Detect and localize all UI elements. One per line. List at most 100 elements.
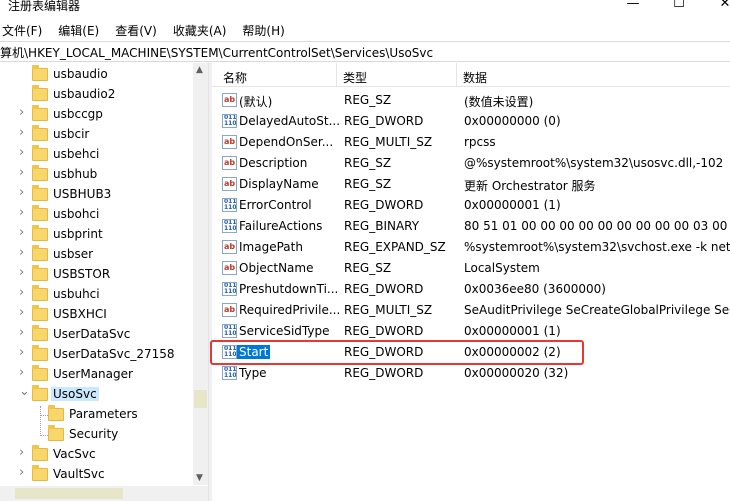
chevron-right-icon[interactable]: ›: [19, 125, 24, 140]
chevron-down-icon[interactable]: ⌄: [19, 384, 30, 399]
value-row[interactable]: 011 110 Type REG_DWORD 0x00000020 (32): [212, 363, 730, 384]
address-path[interactable]: 计算机\HKEY_LOCAL_MACHINE\SYSTEM\CurrentCon…: [0, 44, 433, 61]
scroll-down-icon[interactable]: ▼: [196, 473, 203, 483]
chevron-right-icon[interactable]: ›: [19, 165, 24, 180]
tree-item[interactable]: › usbser: [0, 245, 208, 265]
chevron-right-icon[interactable]: ›: [19, 265, 24, 280]
chevron-right-icon[interactable]: ›: [19, 285, 24, 300]
string-value-icon: ab: [222, 240, 237, 254]
close-button[interactable]: ✕: [702, 0, 730, 14]
hscroll-thumb[interactable]: [15, 488, 123, 499]
folder-icon: [32, 465, 48, 481]
tree-item[interactable]: › usbuhci: [0, 285, 208, 305]
value-row[interactable]: 011 110 DelayedAutoSt... REG_DWORD 0x000000…: [212, 111, 730, 132]
folder-icon: [32, 285, 48, 301]
tree-item[interactable]: › usbprint: [0, 225, 208, 245]
address-bar[interactable]: 计算机\HKEY_LOCAL_MACHINE\SYSTEM\CurrentCon…: [0, 41, 730, 62]
value-row[interactable]: ab DependOnSer... REG_MULTI_SZ rpcss: [212, 132, 730, 153]
value-row[interactable]: 011 110 ErrorControl REG_DWORD 0x00000001 (…: [212, 195, 730, 216]
column-divider[interactable]: [456, 63, 457, 87]
value-row[interactable]: ab RequiredPrivile... REG_MULTI_SZ SeAuditP…: [212, 300, 730, 321]
tree-item[interactable]: Security: [0, 425, 208, 445]
value-row[interactable]: 011 110 ServiceSidType REG_DWORD 0x00000001…: [212, 321, 730, 342]
chevron-right-icon[interactable]: ›: [19, 465, 24, 480]
tree-item[interactable]: › VaultSvc: [0, 465, 208, 485]
tree-item-label: UserManager: [53, 367, 133, 381]
tree-vertical-scrollbar[interactable]: ▲ ▼: [193, 63, 208, 485]
chevron-right-icon[interactable]: ›: [19, 245, 24, 260]
chevron-right-icon[interactable]: ›: [19, 305, 24, 320]
value-type: REG_EXPAND_SZ: [344, 240, 446, 254]
chevron-right-icon[interactable]: ›: [19, 205, 24, 220]
tree-item[interactable]: › usbhub: [0, 165, 208, 185]
string-value-icon: ab: [222, 135, 237, 149]
menu-help[interactable]: 帮助(H): [240, 19, 288, 41]
tree-item-label: USBXHCI: [53, 307, 107, 321]
value-row[interactable]: 011 110 PreshutdownTi... REG_DWORD 0x0036ee…: [212, 279, 730, 300]
tree-item[interactable]: › usbehci: [0, 145, 208, 165]
value-row[interactable]: 011 110 FailureActions REG_BINARY 80 51 01 …: [212, 216, 730, 237]
tree-item[interactable]: usbaudio: [0, 65, 208, 85]
tree-item[interactable]: › USBHUB3: [0, 185, 208, 205]
column-header-type[interactable]: 类型: [343, 69, 367, 86]
chevron-right-icon[interactable]: ›: [19, 445, 24, 460]
value-name: RequiredPrivile...: [239, 303, 339, 317]
minimize-button[interactable]: —: [610, 0, 656, 14]
chevron-right-icon[interactable]: ›: [19, 225, 24, 240]
tree-item-label: VaultSvc: [53, 467, 105, 481]
tree-item[interactable]: › usbccgp: [0, 105, 208, 125]
tree-item[interactable]: › USBSTOR: [0, 265, 208, 285]
chevron-right-icon[interactable]: ›: [19, 345, 24, 360]
tree-item-label: usbcir: [53, 127, 90, 141]
value-row[interactable]: ab ObjectName REG_SZ LocalSystem: [212, 258, 730, 279]
column-header-name[interactable]: 名称: [223, 69, 247, 86]
tree-connector: [40, 435, 48, 436]
chevron-right-icon[interactable]: ›: [19, 105, 24, 120]
column-header-data[interactable]: 数据: [463, 69, 487, 86]
menu-file[interactable]: 文件(F): [0, 19, 46, 41]
list-header: 名称 类型 数据: [212, 63, 730, 87]
menu-favorites[interactable]: 收藏夹(A): [171, 19, 231, 41]
folder-icon: [32, 185, 48, 201]
menu-view[interactable]: 查看(V): [113, 19, 161, 41]
chevron-right-icon[interactable]: ›: [19, 365, 24, 380]
title-bar: 注册表编辑器 — ☐ ✕: [0, 0, 730, 16]
binary-value-icon: 011 110: [222, 366, 237, 380]
maximize-button[interactable]: ☐: [656, 0, 702, 14]
chevron-right-icon[interactable]: ›: [19, 325, 24, 340]
menu-edit[interactable]: 编辑(E): [56, 19, 103, 41]
chevron-right-icon[interactable]: ›: [19, 145, 24, 160]
tree-item-label: usbuhci: [53, 287, 100, 301]
tree-item-label: usbehci: [53, 147, 100, 161]
folder-icon: [32, 245, 48, 261]
tree-horizontal-scrollbar[interactable]: [0, 486, 208, 501]
tree-item-label: usbser: [53, 247, 94, 261]
tree-item[interactable]: › usbcir: [0, 125, 208, 145]
chevron-right-icon[interactable]: ›: [19, 185, 24, 200]
tree-item[interactable]: › UserManager: [0, 365, 208, 385]
string-value-icon: ab: [222, 261, 237, 275]
tree-item[interactable]: › UserDataSvc_27158: [0, 345, 208, 365]
binary-value-icon: 011 110: [222, 198, 237, 212]
scroll-up-icon[interactable]: ▲: [196, 65, 203, 75]
binary-value-icon: 011 110: [222, 324, 237, 338]
scroll-thumb[interactable]: [194, 390, 207, 408]
value-row[interactable]: ab DisplayName REG_SZ 更新 Orchestrator 服务: [212, 174, 730, 195]
tree-item[interactable]: › USBXHCI: [0, 305, 208, 325]
tree-item-label: UserDataSvc: [53, 327, 131, 341]
tree-item-label: Security: [69, 427, 119, 441]
value-row[interactable]: ab Description REG_SZ @%systemroot%\system3…: [212, 153, 730, 174]
column-divider[interactable]: [336, 63, 337, 87]
tree-item-label: UsoSvc: [51, 387, 99, 401]
tree-item[interactable]: usbaudio2: [0, 85, 208, 105]
value-type: REG_DWORD: [344, 324, 424, 338]
tree-item[interactable]: › UserDataSvc: [0, 325, 208, 345]
tree-item[interactable]: › usbohci: [0, 205, 208, 225]
value-row[interactable]: ab (默认) REG_SZ (数值未设置): [212, 90, 730, 111]
folder-icon: [32, 265, 48, 281]
tree-item[interactable]: › VacSvc: [0, 445, 208, 465]
tree-item[interactable]: ⌄ UsoSvc: [0, 384, 208, 405]
tree-item[interactable]: Parameters: [0, 405, 208, 425]
value-row[interactable]: ab ImagePath REG_EXPAND_SZ %systemroot%\sys…: [212, 237, 730, 258]
value-name: DisplayName: [239, 177, 319, 191]
